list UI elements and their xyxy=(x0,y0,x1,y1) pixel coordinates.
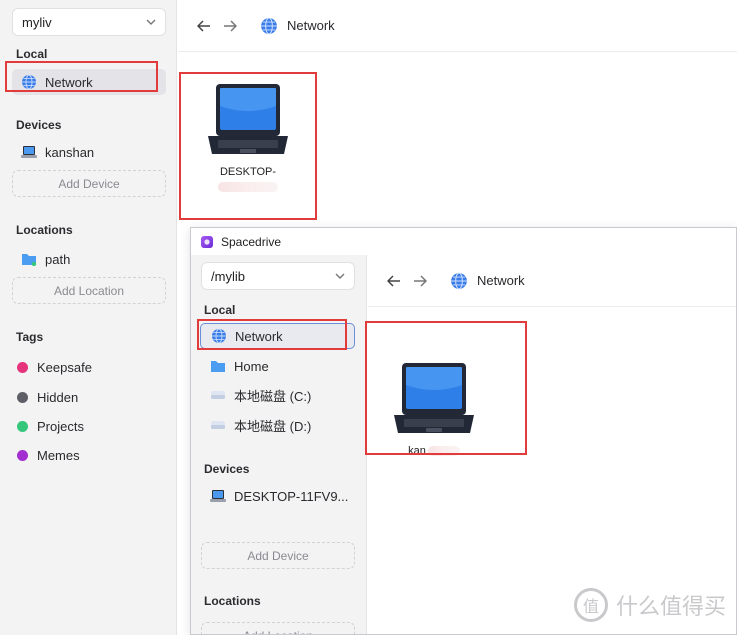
tag-label: Memes xyxy=(37,447,80,463)
device-card-name: DESKTOP- xyxy=(219,166,277,178)
watermark-text: 什么值得买 xyxy=(615,595,726,620)
section-local-title: Local xyxy=(204,303,236,317)
sidebar-item-label: 本地磁盘 (C:) xyxy=(234,388,312,404)
folder-icon xyxy=(21,251,37,267)
laptop-icon xyxy=(394,363,474,433)
sidebar-item-label: Network xyxy=(235,328,283,344)
add-location-button[interactable]: Add Location xyxy=(12,277,166,304)
tag-label: Keepsafe xyxy=(37,359,92,375)
section-devices-title: Devices xyxy=(16,118,62,132)
globe-icon xyxy=(450,272,468,290)
sidebar-item-network[interactable]: Network xyxy=(12,69,166,95)
tag-item-keepsafe[interactable]: Keepsafe xyxy=(12,354,166,380)
globe-icon xyxy=(260,17,278,35)
breadcrumb: Network xyxy=(260,17,335,35)
library-select-value: /mylib xyxy=(211,268,245,284)
add-device-button[interactable]: Add Device xyxy=(201,542,355,569)
sidebar-item-label: Network xyxy=(45,74,93,90)
back-arrow-icon[interactable] xyxy=(196,18,212,34)
device-card[interactable]: kan xyxy=(386,361,482,457)
back-arrow-icon[interactable] xyxy=(386,273,402,289)
tag-color-dot xyxy=(17,361,28,373)
device-card[interactable]: DESKTOP- xyxy=(202,82,294,192)
folder-icon xyxy=(210,358,226,374)
sidebar-item-label: DESKTOP-11FV9... xyxy=(234,488,349,504)
library-select-value: myliv xyxy=(22,14,52,30)
tag-color-dot xyxy=(17,449,28,461)
breadcrumb-label: Network xyxy=(477,273,525,288)
sidebar-item-drive-d[interactable]: 本地磁盘 (D:) xyxy=(200,412,355,438)
sidebar-item-network[interactable]: Network xyxy=(200,323,355,349)
front-topbar: Network xyxy=(368,255,736,307)
add-location-button[interactable]: Add Location xyxy=(201,622,355,634)
drive-icon xyxy=(210,387,226,403)
chevron-down-icon xyxy=(146,19,156,25)
forward-arrow-icon[interactable] xyxy=(412,273,428,289)
front-window: Spacedrive /mylib Local Network Home 本地磁… xyxy=(190,227,737,635)
watermark-logo-icon: 值 xyxy=(573,588,608,622)
sidebar-item-device[interactable]: kanshan xyxy=(12,139,166,165)
window-title: Spacedrive xyxy=(221,234,282,249)
section-locations-title: Locations xyxy=(16,223,73,237)
drive-icon xyxy=(210,417,226,433)
laptop-icon xyxy=(208,84,288,154)
section-locations-title: Locations xyxy=(204,594,261,608)
globe-icon xyxy=(21,74,37,90)
chevron-down-icon xyxy=(335,273,345,279)
tag-color-dot xyxy=(17,391,28,403)
laptop-icon xyxy=(210,488,226,504)
add-device-button[interactable]: Add Device xyxy=(12,170,166,197)
tag-label: Hidden xyxy=(37,389,79,405)
sidebar-item-location[interactable]: path xyxy=(12,246,166,272)
sidebar-item-label: kanshan xyxy=(45,144,95,160)
spacedrive-logo-icon xyxy=(201,235,213,248)
device-card-name: kan xyxy=(408,445,426,457)
sidebar-item-label: Home xyxy=(234,358,269,374)
sidebar-item-label: path xyxy=(45,251,71,267)
redacted-text xyxy=(427,446,460,456)
sidebar-item-home[interactable]: Home xyxy=(200,353,355,379)
tag-item-projects[interactable]: Projects xyxy=(12,413,166,439)
breadcrumb: Network xyxy=(450,272,525,290)
back-sidebar: myliv Local Network Devices kanshan Add … xyxy=(0,0,177,635)
library-select[interactable]: /mylib xyxy=(201,262,355,290)
redacted-text xyxy=(218,182,278,192)
watermark: 值 什么值得买 xyxy=(573,588,726,622)
sidebar-item-drive-c[interactable]: 本地磁盘 (C:) xyxy=(200,382,355,408)
sidebar-item-device[interactable]: DESKTOP-11FV9... xyxy=(200,483,360,509)
tag-label: Projects xyxy=(37,418,84,434)
forward-arrow-icon[interactable] xyxy=(222,18,238,34)
laptop-icon xyxy=(21,144,37,160)
section-devices-title: Devices xyxy=(204,462,250,476)
section-tags-title: Tags xyxy=(16,330,44,344)
tag-color-dot xyxy=(17,420,28,432)
sidebar-item-label: 本地磁盘 (D:) xyxy=(234,418,312,434)
section-local-title: Local xyxy=(16,47,48,61)
back-topbar: Network xyxy=(178,0,737,52)
library-select[interactable]: myliv xyxy=(12,8,166,36)
front-sidebar: /mylib Local Network Home 本地磁盘 (C:) 本地磁盘… xyxy=(191,255,367,634)
breadcrumb-label: Network xyxy=(287,18,335,33)
tag-item-memes[interactable]: Memes xyxy=(12,442,166,468)
window-titlebar: Spacedrive xyxy=(191,228,736,255)
device-card-name-row: kan xyxy=(408,445,460,457)
tag-item-hidden[interactable]: Hidden xyxy=(12,384,166,410)
front-main-pane: Network kan 值 什么值得买 xyxy=(368,255,736,634)
globe-icon xyxy=(211,328,227,344)
